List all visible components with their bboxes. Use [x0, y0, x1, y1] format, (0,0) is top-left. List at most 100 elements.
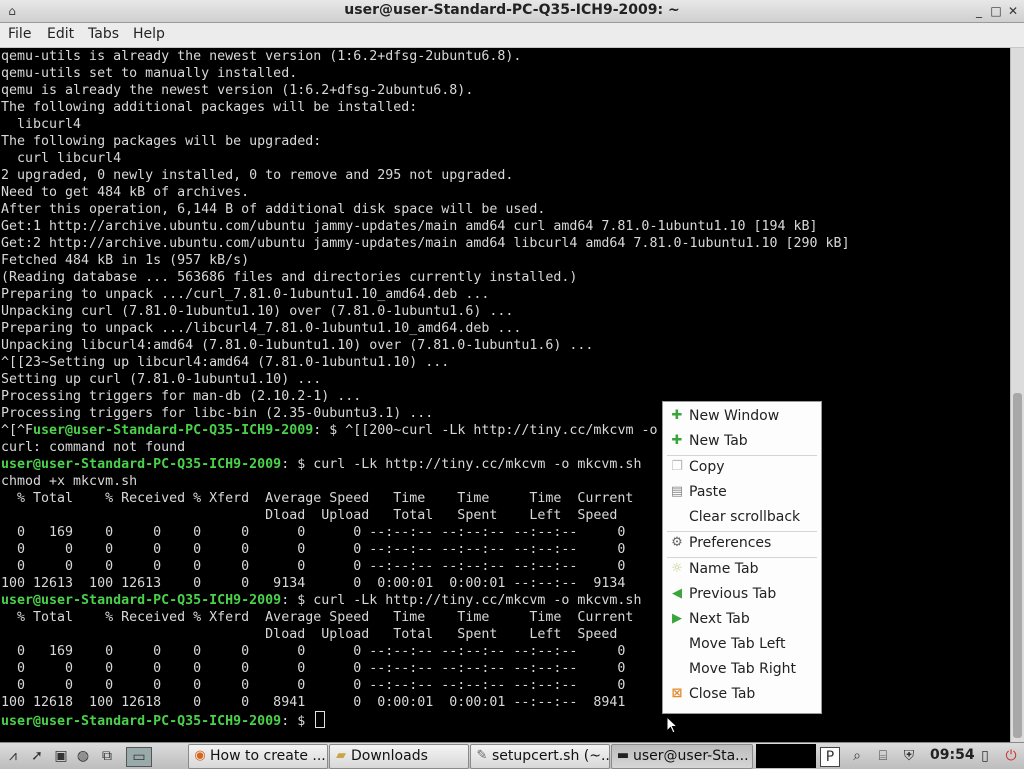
terminal-text: : $ curl -Lk http://tiny.cc/mkcvm -o mkc… — [281, 457, 642, 472]
preferences-icon: ⚙ — [671, 535, 683, 550]
task-downloads[interactable]: ▰ Downloads — [329, 744, 469, 769]
terminal-line: 0 0 0 0 0 0 0 0 --:--:-- --:--:-- --:--:… — [1, 541, 625, 558]
menu-item-close-tab[interactable]: ⊠ Close Tab — [663, 683, 821, 707]
terminal-line: Need to get 484 kB of archives. — [1, 184, 249, 201]
desktop-icon[interactable]: ▭ — [126, 747, 152, 767]
terminal-text: chmod +x mkcvm.sh — [1, 474, 138, 489]
terminal-line: Dload Upload Total Spent Left Speed — [1, 626, 617, 643]
menu-item-previous-tab[interactable]: ◀ Previous Tab — [663, 583, 821, 607]
terminal-text: After this operation, 6,144 B of additio… — [1, 202, 546, 217]
menu-item-label: New Window — [689, 408, 780, 424]
terminal-line: qemu-utils set to manually installed. — [1, 65, 297, 82]
search-icon[interactable]: ⌕ — [848, 747, 866, 765]
terminal-text: The following packages will be upgraded: — [1, 134, 322, 149]
menu-item-label: Name Tab — [689, 561, 759, 577]
terminal-text: Dload Upload Total Spent Left Speed — [1, 508, 618, 523]
clipboard-icon[interactable]: ⌸ — [874, 747, 892, 765]
terminal-text: 0 0 0 0 0 0 0 0 --:--:-- --:--:-- --:--:… — [1, 661, 626, 676]
shell-prompt: user@user-Standard-PC-Q35-ICH9-2009 — [1, 457, 282, 472]
terminal-line: Processing triggers for libc-bin (2.35-0… — [1, 405, 433, 422]
pidgin-icon[interactable]: P — [820, 747, 840, 767]
maximize-icon[interactable]: □ — [987, 2, 1005, 20]
arrow-left-icon: ◀ — [672, 586, 682, 601]
terminal-text: Fetched 484 kB in 1s (957 kB/s) — [1, 253, 250, 268]
windows-icon[interactable]: ⧉ — [98, 747, 116, 765]
terminal-line: Preparing to unpack .../libcurl4_7.81.0-… — [1, 320, 521, 337]
terminal-scrollbar[interactable] — [1010, 48, 1024, 742]
menu-item-label: Move Tab Left — [689, 636, 786, 652]
terminal-text: : $ curl -Lk http://tiny.cc/mkcvm -o mkc… — [281, 593, 642, 608]
window-title: user@user-Standard-PC-Q35-ICH9-2009: ~ — [344, 2, 680, 18]
close-icon[interactable]: ✕ — [1004, 2, 1022, 20]
taskbar: ⩘ ➚ ▣ ◍ ⧉ ▭ ◉ How to create ... ▰ Downlo… — [0, 742, 1024, 769]
menu-item-paste[interactable]: ▤ Paste — [663, 481, 821, 505]
menu-item-new-window[interactable]: ✚ New Window — [663, 405, 821, 429]
close-tab-icon: ⊠ — [671, 686, 683, 701]
task-terminal[interactable]: ▬ user@user-Sta... — [611, 744, 753, 769]
menu-tabs[interactable]: Tabs — [88, 26, 119, 42]
terminal-line: The following additional packages will b… — [1, 99, 417, 116]
terminal-line: The following packages will be upgraded: — [1, 133, 321, 150]
terminal-line: qemu is already the newest version (1:6.… — [1, 82, 473, 99]
shell-prompt: user@user-Standard-PC-Q35-ICH9-2009 — [33, 423, 314, 438]
lightbulb-icon: ☼ — [671, 561, 683, 576]
terminal-text: Dload Upload Total Spent Left Speed — [1, 627, 618, 642]
tray-graph — [756, 744, 816, 768]
terminal-text: Need to get 484 kB of archives. — [1, 185, 250, 200]
terminal-line: Setting up curl (7.81.0-1ubuntu1.10) ... — [1, 371, 321, 388]
terminal-line: Unpacking libcurl4:amd64 (7.81.0-1ubuntu… — [1, 337, 593, 354]
task-browser[interactable]: ◉ How to create ... — [188, 744, 328, 769]
terminal-line: % Total % Received % Xferd Average Speed… — [1, 490, 633, 507]
terminal-line: 0 0 0 0 0 0 0 0 --:--:-- --:--:-- --:--:… — [1, 677, 625, 694]
terminal-line: Get:1 http://archive.ubuntu.com/ubuntu j… — [1, 218, 818, 235]
terminal-text: qemu-utils is already the newest version… — [1, 49, 522, 64]
terminal-line: user@user-Standard-PC-Q35-ICH9-2009: $ c… — [1, 456, 641, 473]
terminal-text: qemu is already the newest version (1:6.… — [1, 83, 474, 98]
terminal-text: qemu-utils set to manually installed. — [1, 66, 298, 81]
clock[interactable]: 09:54 — [930, 747, 975, 763]
terminal-line: % Total % Received % Xferd Average Speed… — [1, 609, 633, 626]
menu-item-preferences[interactable]: ⚙ Preferences — [663, 532, 821, 556]
task-text-editor[interactable]: ✎ setupcert.sh (~... — [470, 744, 610, 769]
home-folder-icon[interactable]: ▣ — [52, 747, 70, 765]
mouse-pointer-icon — [666, 716, 678, 734]
menu-item-clear-scrollback[interactable]: Clear scrollback — [663, 506, 821, 530]
power-icon[interactable]: ⏻ — [1002, 747, 1020, 765]
terminal-line: libcurl4 — [1, 116, 81, 133]
menu-item-label: Copy — [689, 459, 725, 475]
notification-icon[interactable]: ▯ — [976, 747, 994, 765]
menu-help[interactable]: Help — [133, 26, 165, 42]
terminal-output[interactable]: qemu-utils is already the newest version… — [0, 48, 1010, 742]
terminal-line: Fetched 484 kB in 1s (957 kB/s) — [1, 252, 249, 269]
minimize-icon[interactable]: _ — [970, 2, 988, 20]
shield-icon[interactable]: ⛨ — [900, 747, 918, 765]
terminal-line: After this operation, 6,144 B of additio… — [1, 201, 545, 218]
title-bar[interactable]: ⌂ user@user-Standard-PC-Q35-ICH9-2009: ~… — [0, 0, 1024, 23]
terminal-line: qemu-utils is already the newest version… — [1, 48, 521, 65]
paste-icon: ▤ — [670, 484, 684, 499]
menu-item-copy[interactable]: ❐ Copy — [663, 456, 821, 480]
terminal-text: 0 0 0 0 0 0 0 0 --:--:-- --:--:-- --:--:… — [1, 559, 626, 574]
terminal-line: 0 0 0 0 0 0 0 0 --:--:-- --:--:-- --:--:… — [1, 660, 625, 677]
menu-item-label: New Tab — [689, 433, 748, 449]
scrollbar-thumb[interactable] — [1013, 393, 1022, 738]
terminal-line: chmod +x mkcvm.sh — [1, 473, 137, 490]
terminal-text: Unpacking libcurl4:amd64 (7.81.0-1ubuntu… — [1, 338, 594, 353]
terminal-icon: ▬ — [616, 748, 630, 763]
menu-item-label: Previous Tab — [689, 586, 777, 602]
plus-icon: ✚ — [671, 408, 683, 423]
menu-item-new-tab[interactable]: ✚ New Tab — [663, 430, 821, 454]
menu-item-name-tab[interactable]: ☼ Name Tab — [663, 558, 821, 582]
arrow-icon[interactable]: ➚ — [28, 747, 46, 765]
menu-edit[interactable]: Edit — [47, 26, 74, 42]
menu-item-label: Paste — [689, 484, 727, 500]
menu-item-next-tab[interactable]: ▶ Next Tab — [663, 608, 821, 632]
start-menu-icon[interactable]: ⩘ — [4, 747, 22, 765]
terminal-line: 2 upgraded, 0 newly installed, 0 to remo… — [1, 167, 513, 184]
terminal-text: Get:2 http://archive.ubuntu.com/ubuntu j… — [1, 236, 850, 251]
menu-item-move-tab-left[interactable]: Move Tab Left — [663, 633, 821, 657]
network-globe-icon[interactable]: ◍ — [74, 747, 92, 765]
task-label: How to create ... — [210, 748, 326, 764]
menu-file[interactable]: File — [8, 26, 31, 42]
menu-item-move-tab-right[interactable]: Move Tab Right — [663, 658, 821, 682]
